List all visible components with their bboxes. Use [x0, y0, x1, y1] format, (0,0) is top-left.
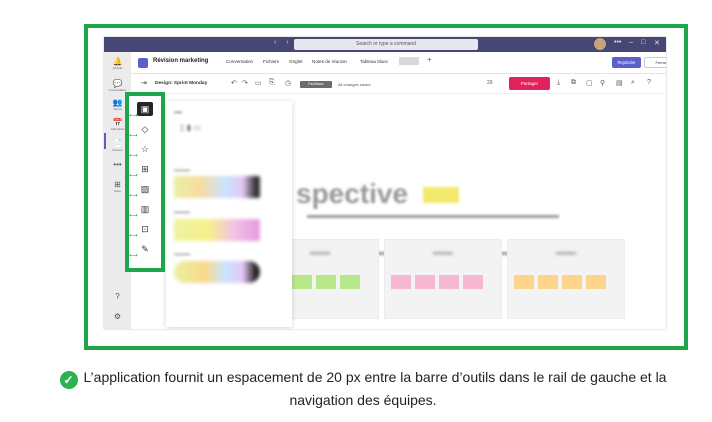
teams-window: ‹ › Search or type a command ••• – □ ✕ 🔔…: [104, 37, 666, 329]
library-icon[interactable]: ▥: [137, 202, 153, 216]
checkmark-icon: ✓: [59, 371, 78, 389]
caption-text: L’application fournit un espacement de 2…: [83, 369, 667, 408]
board-name[interactable]: Design: Sprint Monday: [155, 81, 207, 86]
comment-icon[interactable]: ▢: [586, 79, 593, 87]
sticky-note-flyout: ▬▬ ▯ ▮ ▭ ▬▬▬▬ ▬▬▬▬ ▬▬▬▬: [166, 101, 292, 327]
help-icon: ?: [115, 292, 120, 301]
image-icon[interactable]: ▨: [137, 182, 153, 196]
sticky-note[interactable]: [514, 275, 534, 289]
filter-icon[interactable]: ⚲: [600, 79, 605, 87]
shapes-icon[interactable]: ◇: [137, 122, 153, 136]
undo-icon[interactable]: ↶: [231, 79, 237, 87]
participants-count[interactable]: 29: [487, 80, 493, 86]
caption: ✓ L’application fournit un espacement de …: [28, 366, 698, 411]
spacing-marker-icon: ⟷: [129, 173, 138, 179]
tab-onglet[interactable]: Onglet: [289, 59, 303, 64]
rail-item-chat[interactable]: 💬 Conversation: [104, 79, 131, 92]
facilitator-badge[interactable]: Facilitator: [300, 81, 332, 88]
insert-icon[interactable]: ⊡: [137, 222, 153, 236]
heading-highlight: [423, 187, 459, 203]
sticky-note[interactable]: [439, 275, 459, 289]
bell-icon: 🔔: [112, 57, 123, 66]
sticky-note[interactable]: [415, 275, 435, 289]
rail-item-help[interactable]: ?: [104, 292, 131, 301]
page-title: Révision marketing: [153, 58, 209, 64]
minimize-icon[interactable]: –: [629, 39, 633, 46]
download-icon[interactable]: ⤓: [557, 79, 560, 87]
retro-column[interactable]: ▬▬▬▬: [507, 239, 625, 319]
user-avatar[interactable]: [594, 38, 606, 50]
sticky-note[interactable]: [316, 275, 336, 289]
sticky-note[interactable]: [391, 275, 411, 289]
share-screen-icon[interactable]: ⎘: [269, 79, 275, 87]
redo-icon[interactable]: ↷: [242, 79, 248, 87]
rail-item-settings[interactable]: ⚙: [104, 312, 131, 321]
copy-icon[interactable]: ⧉: [571, 79, 576, 87]
color-swatch-row[interactable]: [174, 176, 260, 198]
reactions-icon[interactable]: ☆: [137, 142, 153, 156]
saved-status: All changes saved: [338, 82, 371, 87]
retro-column[interactable]: ▬▬▬▬: [384, 239, 502, 319]
sticky-note[interactable]: [340, 275, 360, 289]
sticky-note-icon[interactable]: ▣: [137, 102, 153, 116]
more-options-icon[interactable]: •••: [614, 39, 621, 46]
tab-files[interactable]: Fichiers: [263, 59, 279, 64]
save-icon[interactable]: ▭: [255, 79, 262, 87]
sticky-note[interactable]: [463, 275, 483, 289]
search-input[interactable]: Search or type a command: [294, 39, 478, 50]
join-button[interactable]: Rejoindre: [612, 57, 641, 68]
sticky-note[interactable]: [538, 275, 558, 289]
add-tab-icon[interactable]: +: [427, 55, 432, 64]
spacing-marker-icon: ⟷: [129, 233, 138, 239]
close-icon[interactable]: ✕: [654, 39, 660, 47]
spacing-marker-icon: ⟷: [129, 253, 138, 259]
blurred-text-line: [307, 215, 559, 218]
sticky-note[interactable]: [292, 275, 312, 289]
table-icon[interactable]: ⊞: [137, 162, 153, 176]
sticky-note[interactable]: [562, 275, 582, 289]
channel-header: Révision marketing Conversation Fichiers…: [131, 52, 666, 74]
whiteboard-toolbar: ⇥ Design: Sprint Monday ↶ ↷ ▭ ⎘ ◷ Facili…: [131, 74, 666, 94]
board-menu-icon[interactable]: ⇥: [141, 79, 147, 87]
spacing-marker-icon: ⟷: [129, 153, 138, 159]
search-board-icon[interactable]: ⌕: [631, 79, 635, 87]
board-heading: spective: [296, 178, 409, 209]
color-swatch-row[interactable]: [174, 219, 260, 241]
help-circle-icon[interactable]: ?: [647, 79, 651, 86]
tab-whiteboard[interactable]: Tableau blanc: [360, 59, 388, 64]
nav-arrows[interactable]: ‹ ›: [274, 39, 293, 46]
chat-icon: 💬: [112, 79, 123, 88]
color-swatch-row[interactable]: [174, 261, 260, 283]
maximize-icon[interactable]: □: [641, 39, 645, 46]
spacing-marker-icon: ⟷: [129, 193, 138, 199]
sticky-note[interactable]: [586, 275, 606, 289]
tab-whiteboard-indicator: [399, 57, 419, 65]
close-button[interactable]: Fermer: [644, 57, 666, 68]
left-toolbar-highlight: ▣ ◇ ☆ ⊞ ▨ ▥ ⊡ ✎: [125, 92, 165, 272]
notes-icon[interactable]: ▤: [616, 79, 623, 87]
spacing-marker-icon: ⟷: [129, 213, 138, 219]
settings-icon: ⚙: [113, 312, 122, 321]
rail-item-activity[interactable]: 🔔 Activité: [104, 57, 131, 70]
spacing-marker-icon: ⟷: [129, 113, 138, 119]
tab-meeting-notes[interactable]: Notes de réunion: [312, 59, 347, 64]
title-bar: ‹ › Search or type a command ••• – □ ✕: [104, 37, 666, 52]
share-button[interactable]: Partager: [509, 77, 550, 90]
spacing-marker-icon: ⟷: [129, 133, 138, 139]
tab-conversation[interactable]: Conversation: [226, 59, 253, 64]
app-icon: [138, 58, 148, 68]
pen-icon[interactable]: ✎: [137, 242, 153, 256]
timer-icon[interactable]: ◷: [285, 79, 291, 87]
